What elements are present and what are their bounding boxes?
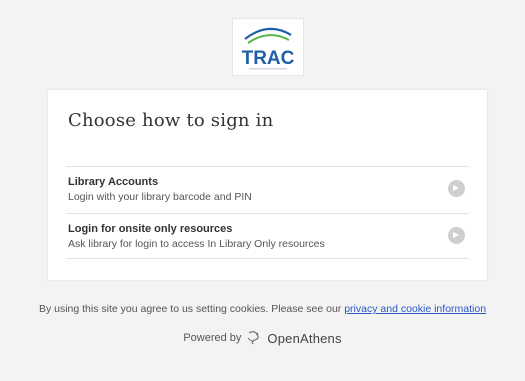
privacy-cookie-link[interactable]: privacy and cookie information — [344, 303, 486, 315]
chevron-right-circle-icon[interactable] — [448, 227, 465, 244]
trac-logo: TRAC — [232, 18, 304, 76]
option-description: Ask library for login to access In Libra… — [68, 238, 325, 250]
option-title: Login for onsite only resources — [68, 223, 233, 235]
page-title: Choose how to sign in — [68, 110, 274, 131]
cookie-text: By using this site you agree to us setti… — [38, 303, 342, 315]
powered-by: Powered by OpenAthens — [0, 330, 525, 346]
option-title: Library Accounts — [68, 176, 159, 188]
powered-by-label: Powered by — [183, 332, 242, 344]
openathens-logo-icon — [247, 331, 260, 345]
library-accounts-option[interactable]: Library Accounts Login with your library… — [66, 166, 469, 212]
option-description: Login with your library barcode and PIN — [68, 191, 252, 203]
chevron-right-circle-icon[interactable] — [448, 180, 465, 197]
cookie-notice: By using this site you agree to us setti… — [0, 303, 525, 315]
openathens-brand: OpenAthens — [267, 330, 342, 346]
onsite-resources-option[interactable]: Login for onsite only resources Ask libr… — [66, 213, 469, 259]
logo-text: TRAC — [242, 48, 295, 69]
sign-in-card: Choose how to sign in Library Accounts L… — [48, 90, 487, 280]
